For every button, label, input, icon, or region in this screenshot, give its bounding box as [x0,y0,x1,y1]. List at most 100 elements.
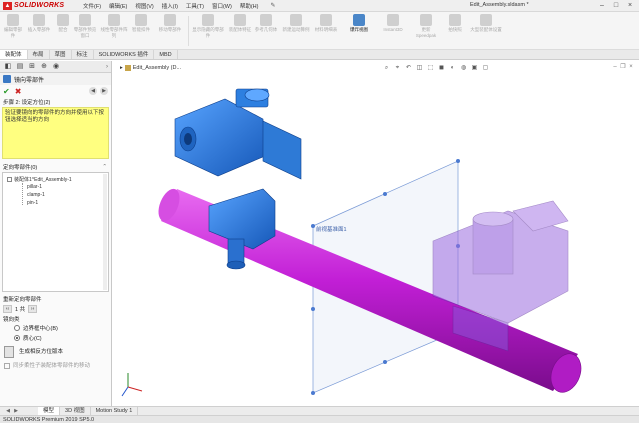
insert-component-icon [33,14,45,26]
prev-orientation-button[interactable]: ‹‹ [3,305,12,313]
manager-tabs: ◧ ▤ ⊞ ⊕ ◉ › [0,61,111,73]
take-snapshot-button[interactable]: 拍快照 [444,14,466,33]
menu-window[interactable]: 窗口(W) [208,2,236,10]
pm-actions: ✔ ✖ ◀ ▶ [0,85,111,97]
clamp-side-plate [262,120,302,180]
clamp-bolt-head [226,260,246,270]
triad-z-axis [121,386,129,397]
assembly-features-button[interactable]: 装配体特征 [228,14,252,33]
next-button[interactable]: ▶ [100,87,108,95]
radio-circle[interactable] [14,325,20,331]
pin-icon[interactable]: ✎ [270,2,275,9]
large-assembly-settings-button[interactable]: 大型装配体设置 [470,14,502,33]
reorient-label: 重新定向零部件 [3,297,42,303]
update-speedpak-button[interactable]: 更新Speedpak [412,14,440,39]
collapse-chevron-icon[interactable]: ⌃ [102,164,107,170]
tab-sketch[interactable]: 草图 [50,50,72,59]
linear-pattern-icon [108,14,120,26]
component-preview-button[interactable]: 零部件预览窗口 [72,14,98,39]
tab-addins[interactable]: SOLIDWORKS 插件 [94,50,155,59]
logo-text: SOLIDWORKS [14,2,65,9]
tab-markup[interactable]: 标注 [72,50,94,59]
move-component-button[interactable]: 移动零部件 [156,14,184,33]
list-item-root[interactable]: 装配体1^Edit_Assembly-1 [7,176,72,183]
feature-manager-icon[interactable]: ◧ [2,62,14,72]
reorient-stepper: ‹‹ 1 共 ›› [0,303,111,315]
command-tabs: 装配体 布局 草图 标注 SOLIDWORKS 插件 MBD [0,50,639,60]
reference-geometry-button[interactable]: 参考几何体 [254,14,278,33]
radio-center-of-mass[interactable]: 质心(C) [0,333,111,343]
show-hidden-components-button[interactable]: 显示隐藏的零部件 [192,14,224,39]
oriented-components-header[interactable]: 定向零部件(0) ⌃ [0,162,111,171]
cancel-button[interactable]: ✖ [15,87,22,96]
sync-flexible-checkbox[interactable]: 同步柔性子装配体零部件的移动 [0,361,111,373]
bom-icon [320,14,332,26]
list-scrollbar[interactable] [103,174,107,290]
linear-pattern-button[interactable]: 线性零部件阵列 [100,14,128,39]
maximize-icon[interactable]: □ [609,1,623,11]
tab-assembly[interactable]: 装配体 [0,50,28,59]
new-motion-study-button[interactable]: 新建运动算例 [282,14,310,33]
minimize-icon[interactable]: – [595,1,609,11]
menu-insert[interactable]: 插入(I) [158,2,182,10]
close-icon[interactable]: × [623,1,637,11]
clamp-top-pin [244,88,270,102]
plane-handle[interactable] [456,159,460,163]
model-canvas: 前视基准面1 [121,88,582,397]
next-orientation-button[interactable]: ›› [28,305,38,313]
generate-opposite-button[interactable]: 生成相反方位版本 [0,343,111,361]
status-bar: SOLIDWORKS Premium 2019 SP5.0 [0,415,639,423]
list-item-pin[interactable]: pin-1 [27,200,38,206]
list-item-pillar[interactable]: pillar-1 [27,184,42,190]
show-hidden-icon [202,14,214,26]
checkbox[interactable] [4,363,10,369]
dimxpert-icon[interactable]: ⊕ [38,62,50,72]
next-tab-icon[interactable]: ▶ [12,408,20,414]
menu-help[interactable]: 帮助(H) [236,2,263,10]
property-manager-icon[interactable]: ▤ [14,62,26,72]
expand-box-icon[interactable] [7,177,12,183]
mate-button[interactable]: 配合 [56,14,70,33]
smart-fasteners-button[interactable]: 智能扣件 [130,14,152,33]
insert-component-button[interactable]: 插入零部件 [26,14,52,33]
document-title: Edit_Assembly.sldasm * [470,2,529,8]
radio-circle-selected[interactable] [14,335,20,341]
plane-label: 前视基准面1 [316,225,347,233]
component-preview-icon [79,14,91,26]
plane-handle[interactable] [311,391,315,395]
back-button[interactable]: ◀ [89,87,97,95]
step-group-header[interactable]: 步骤 2: 设定方位(2) [0,97,111,106]
plane-handle[interactable] [311,224,315,228]
plane-handle[interactable] [383,360,387,364]
plane-handle[interactable] [311,307,315,311]
mirror-components-icon [3,75,11,83]
message-box: 验证要镜向的零部件的方向并使用以下按钮选择适当的方向 [2,107,109,159]
graphics-area[interactable]: ▸ Edit_Assembly (D... ⌕ ⌖ ↶ ◫ ⬚ ◼ ◐ ◍ ▣ … [113,61,639,406]
expand-arrow-icon[interactable]: › [106,64,108,70]
speedpak-icon [420,14,432,26]
instant3d-button[interactable]: Instant3D [378,14,408,33]
tab-mbd[interactable]: MBD [154,50,178,59]
tree-connector [22,183,23,205]
display-manager-icon[interactable]: ◉ [50,62,62,72]
menu-view[interactable]: 视图(V) [131,2,157,10]
menu-tools[interactable]: 工具(T) [182,2,208,10]
menu-edit[interactable]: 编辑(E) [105,2,131,10]
radio-bounding-box[interactable]: 边界框中心(B) [0,323,111,333]
tab-layout[interactable]: 布局 [28,50,50,59]
app-logo: ▲ SOLIDWORKS [3,1,65,10]
list-item-clamp[interactable]: clamp-1 [27,192,45,198]
ok-button[interactable]: ✔ [3,87,10,96]
solidworks-logo-icon: ▲ [3,1,12,10]
property-manager-pane: ◧ ▤ ⊞ ⊕ ◉ › 镜向零部件 ✔ ✖ ◀ ▶ 步骤 2: 设定方位(2) … [0,61,112,406]
exploded-view-button[interactable]: 爆炸视图 [344,14,374,33]
oriented-components-list[interactable]: 装配体1^Edit_Assembly-1 pillar-1 clamp-1 pi… [2,172,109,292]
solidworks-window: ▲ SOLIDWORKS 文件(F) 编辑(E) 视图(V) 插入(I) 工具(… [0,0,639,423]
edit-component-button[interactable]: 编辑零部件 [2,14,24,39]
plane-handle[interactable] [383,192,387,196]
bill-of-materials-button[interactable]: 材料明细表 [314,14,338,33]
menu-file[interactable]: 文件(F) [79,2,105,10]
first-tab-icon[interactable]: ◀ [4,408,12,414]
tab-scroll-arrows: ◀ ▶ [4,408,20,414]
configuration-manager-icon[interactable]: ⊞ [26,62,38,72]
